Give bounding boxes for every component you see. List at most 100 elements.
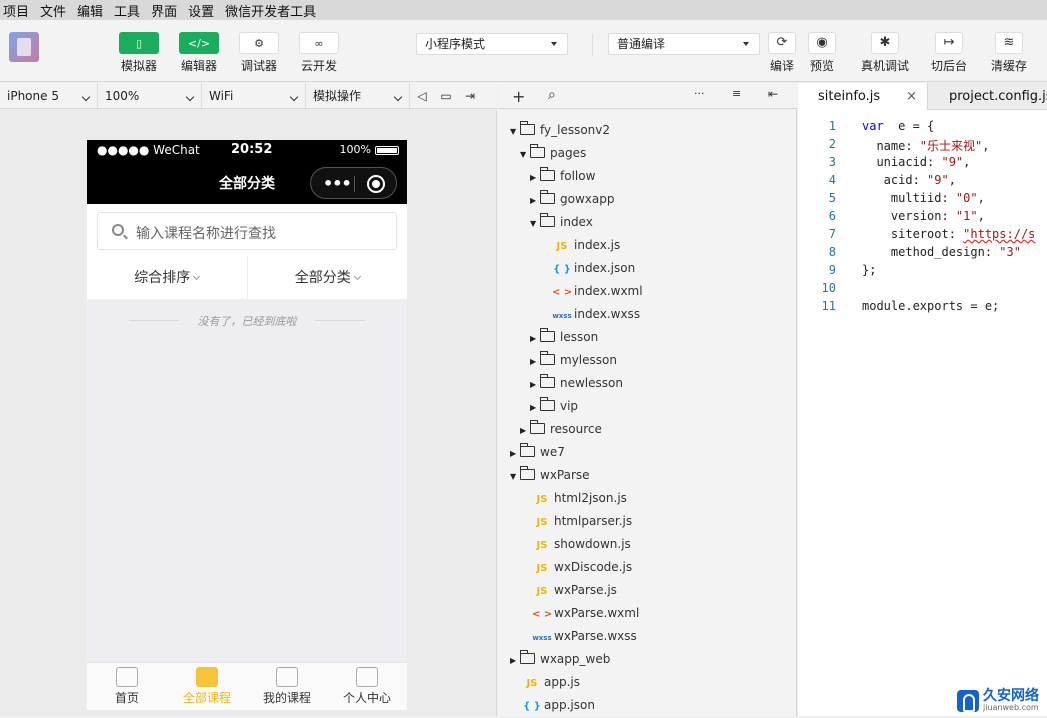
app-avatar[interactable] xyxy=(9,32,39,62)
toolbar-button[interactable]: ✱ 真机调试 xyxy=(861,32,909,74)
status-time: 20:52 xyxy=(231,142,273,157)
line-number: 1 xyxy=(828,119,836,133)
capsule-menu: ••• xyxy=(310,167,397,199)
sound-icon[interactable]: ◁ xyxy=(410,89,434,103)
tab-siteinfo[interactable]: siteinfo.js × xyxy=(798,83,928,110)
chevron-down-icon[interactable]: ▼ xyxy=(510,465,520,488)
close-miniprogram-icon[interactable] xyxy=(367,175,385,193)
tree-folder[interactable]: ▼ index xyxy=(530,211,593,234)
toolbar-button[interactable]: ↦ 切后台 xyxy=(929,32,969,74)
tree-folder[interactable]: ▶ follow xyxy=(530,165,595,188)
tree-file[interactable]: JS wxParse.js xyxy=(532,579,617,602)
tree-file[interactable]: { } index.json xyxy=(552,257,635,280)
toolbar-button[interactable]: ≋ 清缓存 xyxy=(989,32,1029,74)
tree-file[interactable]: JS showdown.js xyxy=(532,533,631,556)
folder-open-icon xyxy=(540,213,555,227)
tree-file[interactable]: JS html2json.js xyxy=(532,487,627,510)
category-filter[interactable]: 全部分类 xyxy=(246,256,408,299)
chevron-right-icon[interactable]: ▶ xyxy=(530,350,540,373)
dock-right-icon[interactable]: ⇥ xyxy=(458,89,482,103)
menu-item[interactable]: 微信开发者工具 xyxy=(222,1,320,20)
tab-profile[interactable]: 个人中心 xyxy=(327,663,407,710)
tree-file[interactable]: JS htmlparser.js xyxy=(532,510,633,533)
js-file-icon: JS xyxy=(536,494,548,505)
tree-folder[interactable]: ▶ resource xyxy=(520,418,602,441)
menu-item[interactable]: 编辑 xyxy=(74,1,107,20)
tab-home[interactable]: 首页 xyxy=(87,663,167,710)
chevron-down-icon[interactable]: ▼ xyxy=(520,143,530,166)
menu-item[interactable]: 界面 xyxy=(148,1,181,20)
toolbar-button[interactable]: ⚙ 调试器 xyxy=(234,32,284,74)
mode-select[interactable]: 小程序模式 xyxy=(416,33,568,55)
toolbar: ▯ 模拟器 </> 编辑器 ⚙ 调试器 ∞ 云开发 小程序模式 普通编译 ⟳ 编译 ◉ 预览 ✱ 真机调… xyxy=(0,20,1047,82)
toolbar-button[interactable]: </> 编辑器 xyxy=(174,32,224,74)
zoom-select[interactable]: 100% xyxy=(98,82,202,109)
tree-folder[interactable]: ▶ mylesson xyxy=(530,349,617,372)
tree-file[interactable]: { } app.json xyxy=(522,694,595,717)
chevron-down-icon[interactable]: ▼ xyxy=(530,212,540,235)
watermark: 久安网络 jiuanweb.com xyxy=(957,689,1039,712)
tree-folder[interactable]: ▼ fy_lessonv2 xyxy=(510,119,610,142)
toolbar-button[interactable]: ◉ 预览 xyxy=(802,32,842,74)
file-explorer: ▼ fy_lessonv2 ▼ pages ▶ follow ▶ gowxapp ▼ index J… xyxy=(498,110,797,716)
tab-project-config[interactable]: project.config.json xyxy=(929,83,1047,110)
tree-folder[interactable]: ▶ lesson xyxy=(530,326,598,349)
network-select[interactable]: WiFi xyxy=(202,82,306,109)
operation-select[interactable]: 模拟操作 xyxy=(306,82,410,109)
tree-folder[interactable]: ▼ wxParse xyxy=(510,464,590,487)
tree-folder[interactable]: ▶ wxapp_web xyxy=(510,648,610,671)
tree-file[interactable]: < > wxParse.wxml xyxy=(532,602,639,625)
chevron-right-icon[interactable]: ▶ xyxy=(530,373,540,396)
tree-file[interactable]: JS index.js xyxy=(552,234,621,257)
tree-item-label: resource xyxy=(550,422,602,436)
search-input[interactable]: 输入课程名称进行查找 xyxy=(97,212,397,250)
folder-open-icon xyxy=(530,144,545,158)
code-line: module.exports = e; xyxy=(862,299,999,313)
tree-folder[interactable]: ▶ we7 xyxy=(510,441,565,464)
compile-select[interactable]: 普通编译 xyxy=(608,33,760,55)
tree-file[interactable]: wxss index.wxss xyxy=(552,303,640,326)
tree-folder[interactable]: ▶ newlesson xyxy=(530,372,623,395)
battery-text: 100% xyxy=(339,143,371,156)
menu-item[interactable]: 工具 xyxy=(111,1,144,20)
more-icon[interactable]: ··· xyxy=(694,87,705,100)
chevron-down-icon[interactable]: ▼ xyxy=(510,120,520,143)
tree-item-label: app.json xyxy=(544,698,595,712)
screen-icon[interactable]: ▭ xyxy=(434,89,458,103)
chevron-right-icon[interactable]: ▶ xyxy=(510,442,520,465)
tree-folder[interactable]: ▼ pages xyxy=(520,142,586,165)
tree-item-label: htmlparser.js xyxy=(554,514,633,528)
menu-item[interactable]: 设置 xyxy=(185,1,218,20)
json-file-icon: { } xyxy=(523,701,541,712)
tree-file[interactable]: < > index.wxml xyxy=(552,280,643,303)
close-icon[interactable]: × xyxy=(906,83,917,110)
tab-my-courses[interactable]: 我的课程 xyxy=(247,663,327,710)
toolbar-button[interactable]: ▯ 模拟器 xyxy=(114,32,164,74)
tree-file[interactable]: JS app.js xyxy=(522,671,580,694)
chevron-right-icon[interactable]: ▶ xyxy=(530,189,540,212)
tab-label: project.config.json xyxy=(949,89,1047,104)
chevron-right-icon[interactable]: ▶ xyxy=(520,419,530,442)
tree-file[interactable]: wxss wxParse.wxss xyxy=(532,625,636,648)
chevron-right-icon[interactable]: ▶ xyxy=(530,327,540,350)
tree-folder[interactable]: ▶ gowxapp xyxy=(530,188,614,211)
add-icon[interactable]: + xyxy=(512,87,525,106)
chevron-right-icon[interactable]: ▶ xyxy=(530,166,540,189)
dock-left-icon[interactable]: ⇤ xyxy=(768,87,778,101)
menu-item[interactable]: 文件 xyxy=(37,1,70,20)
menu-item[interactable]: 项目 xyxy=(0,1,33,20)
simulator-toolbar: iPhone 5 100% WiFi 模拟操作 ◁ ▭ ⇥ xyxy=(0,82,497,109)
device-select[interactable]: iPhone 5 xyxy=(0,82,98,109)
search-icon[interactable]: ⌕ xyxy=(548,87,556,103)
tree-file[interactable]: JS wxDiscode.js xyxy=(532,556,633,579)
chevron-right-icon[interactable]: ▶ xyxy=(530,396,540,419)
filter-bar: 综合排序 全部分类 xyxy=(87,256,407,300)
tree-folder[interactable]: ▶ vip xyxy=(530,395,578,418)
chevron-right-icon[interactable]: ▶ xyxy=(510,649,520,672)
collapse-icon[interactable]: ≡ xyxy=(732,87,741,100)
code-editor: siteinfo.js × project.config.json 1 var e… xyxy=(798,83,1047,716)
sort-filter[interactable]: 综合排序 xyxy=(87,256,247,299)
more-icon[interactable]: ••• xyxy=(323,174,352,193)
toolbar-button[interactable]: ∞ 云开发 xyxy=(294,32,344,74)
tab-all-courses[interactable]: 全部课程 xyxy=(167,663,247,710)
